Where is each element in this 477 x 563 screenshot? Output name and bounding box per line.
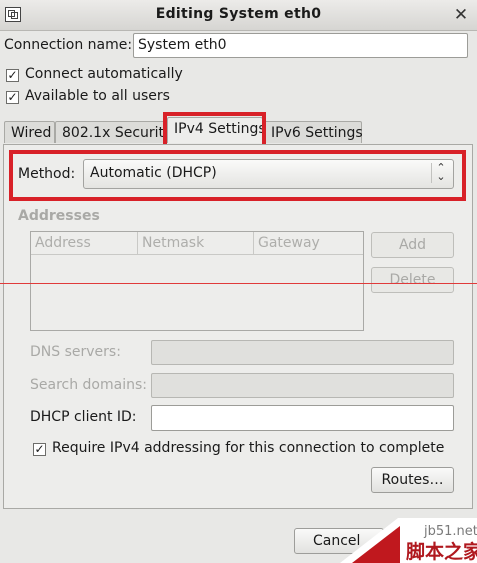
table-header-divider: [31, 254, 363, 255]
search-domains-label: Search domains:: [30, 377, 147, 393]
add-button[interactable]: Add: [371, 232, 454, 258]
delete-button[interactable]: Delete: [371, 267, 454, 293]
dns-servers-label: DNS servers:: [30, 344, 121, 360]
available-all-users-checkbox[interactable]: ✓: [6, 91, 19, 104]
require-ipv4-label: Require IPv4 addressing for this connect…: [52, 440, 445, 456]
watermark-logo: jb51.net 脚本之家: [340, 518, 477, 563]
dns-servers-input[interactable]: [151, 340, 454, 365]
search-domains-input[interactable]: [151, 373, 454, 398]
tab-wired[interactable]: Wired: [4, 121, 55, 143]
addresses-heading: Addresses: [18, 208, 100, 224]
close-icon[interactable]: ✕: [451, 5, 471, 25]
window-title: Editing System eth0: [155, 6, 322, 22]
method-label: Method:: [18, 166, 76, 182]
dhcp-client-id-input[interactable]: [151, 405, 454, 431]
connect-automatically-checkbox[interactable]: ✓: [6, 69, 19, 82]
method-select-value: Automatic (DHCP): [90, 165, 217, 181]
addresses-table[interactable]: Address Netmask Gateway: [30, 231, 364, 331]
tab-8021x-security[interactable]: 802.1x Security: [55, 121, 172, 143]
available-all-users-label: Available to all users: [25, 88, 170, 104]
column-address: Address: [31, 232, 138, 254]
annotation-line: [0, 283, 477, 284]
connection-name-input[interactable]: System eth0: [133, 33, 468, 58]
routes-button[interactable]: Routes…: [371, 467, 454, 493]
chevron-updown-icon: ⌃ ⌄: [431, 162, 450, 183]
dhcp-client-id-label: DHCP client ID:: [30, 409, 137, 425]
require-ipv4-checkbox[interactable]: ✓: [33, 443, 46, 456]
column-gateway: Gateway: [258, 235, 320, 251]
connect-automatically-label: Connect automatically: [25, 66, 183, 82]
tab-highlight-box: [163, 112, 266, 148]
connection-name-label: Connection name:: [4, 37, 133, 53]
tab-ipv6-settings[interactable]: IPv6 Settings: [264, 121, 363, 143]
method-select[interactable]: Automatic (DHCP) ⌃ ⌄: [83, 159, 454, 189]
column-netmask: Netmask: [138, 232, 254, 254]
watermark-name: 脚本之家: [406, 540, 477, 563]
watermark-site: jb51.net: [423, 524, 477, 539]
